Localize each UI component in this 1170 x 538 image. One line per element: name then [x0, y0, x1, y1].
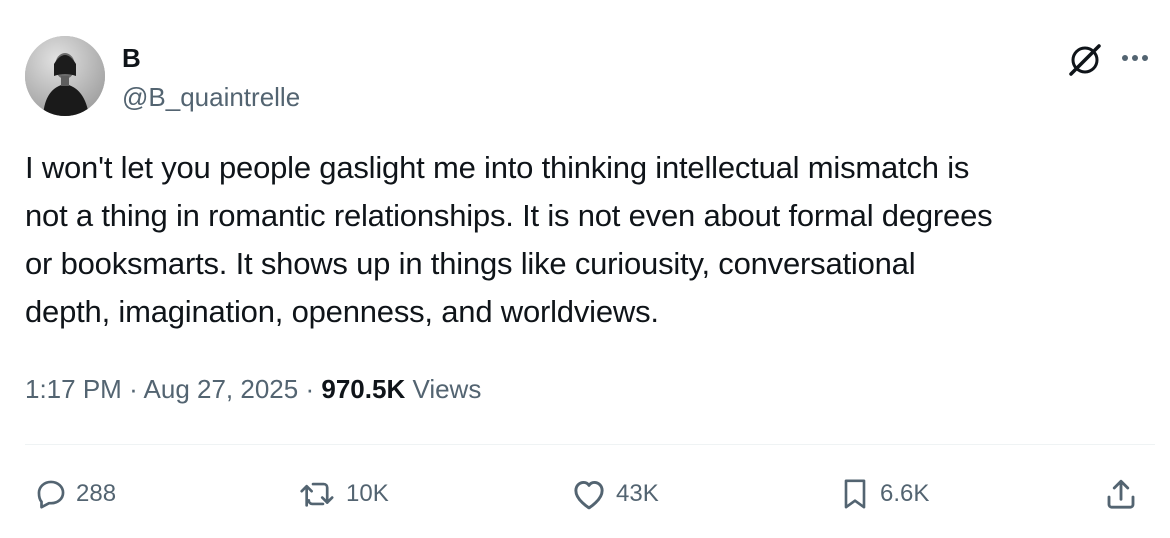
share-button[interactable] [1103, 472, 1139, 516]
avatar[interactable] [25, 36, 105, 116]
reply-button[interactable]: 288 [34, 472, 116, 516]
like-button[interactable]: 43K [570, 472, 659, 516]
views-label: Views [412, 374, 482, 404]
bookmark-button[interactable]: 6.6K [838, 472, 929, 516]
repost-icon [300, 482, 334, 507]
tweet-metadata: 1:17 PM · Aug 27, 2025 · 970.5K Views [25, 369, 481, 409]
tweet-time[interactable]: 1:17 PM [25, 374, 122, 404]
more-icon[interactable] [1118, 43, 1152, 73]
tweet: B @B_quaintrelle I won't let you people … [0, 0, 1170, 538]
meta-separator: · [305, 374, 315, 404]
like-icon [574, 480, 604, 510]
grok-icon[interactable] [1065, 40, 1105, 80]
views-count: 970.5K [321, 374, 406, 404]
repost-button[interactable]: 10K [298, 472, 389, 516]
divider [25, 444, 1155, 445]
bookmark-icon [844, 479, 866, 509]
display-name[interactable]: B [122, 43, 141, 73]
tweet-date[interactable]: Aug 27, 2025 [144, 374, 299, 404]
repost-count: 10K [346, 480, 389, 507]
author-handle[interactable]: @B_quaintrelle [122, 81, 300, 113]
reply-count: 288 [76, 480, 117, 507]
meta-separator: · [129, 374, 138, 404]
reply-icon [37, 480, 65, 509]
tweet-text: I won't let you people gaslight me into … [25, 150, 993, 329]
bookmark-count: 6.6K [880, 480, 930, 507]
like-count: 43K [616, 480, 659, 507]
share-icon [1107, 479, 1135, 509]
